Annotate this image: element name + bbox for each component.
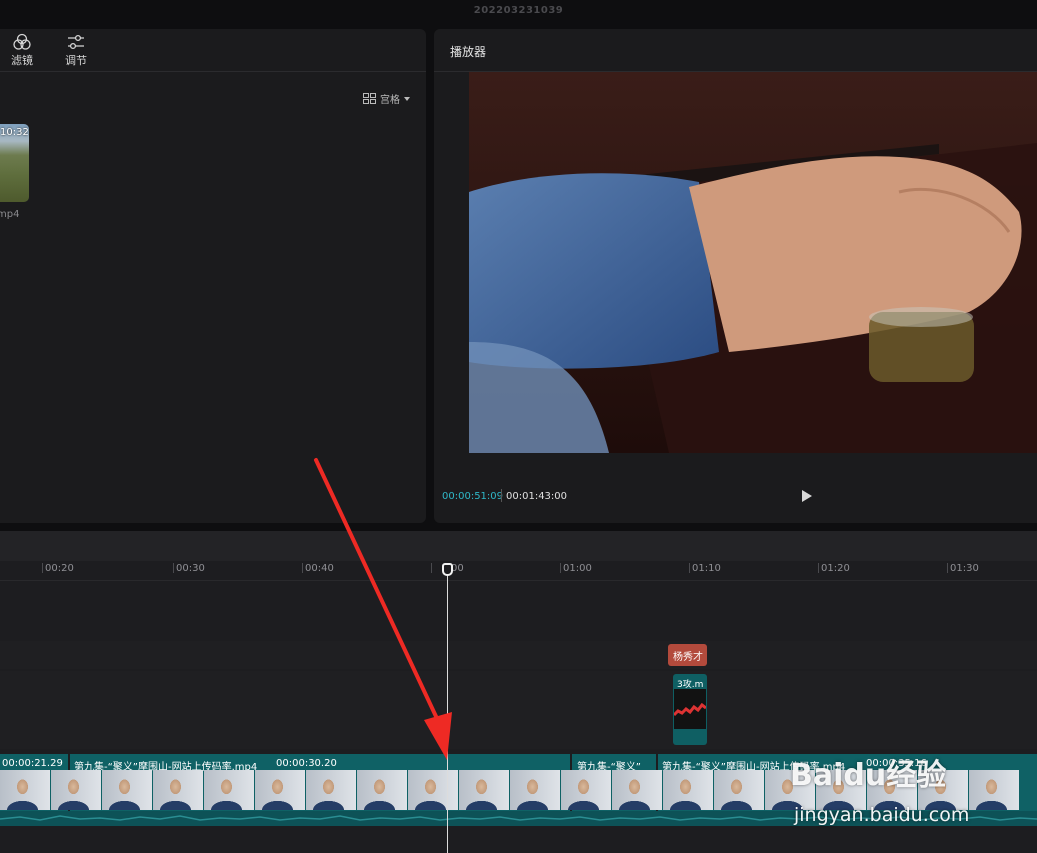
annotation-arrow: [314, 458, 452, 760]
watermark-url: jingyan.baidu.com: [794, 804, 970, 826]
baidu-watermark: Baidu经验 jingyan.baidu.com: [790, 738, 1030, 838]
watermark-brand: Baidu经验: [790, 758, 947, 793]
